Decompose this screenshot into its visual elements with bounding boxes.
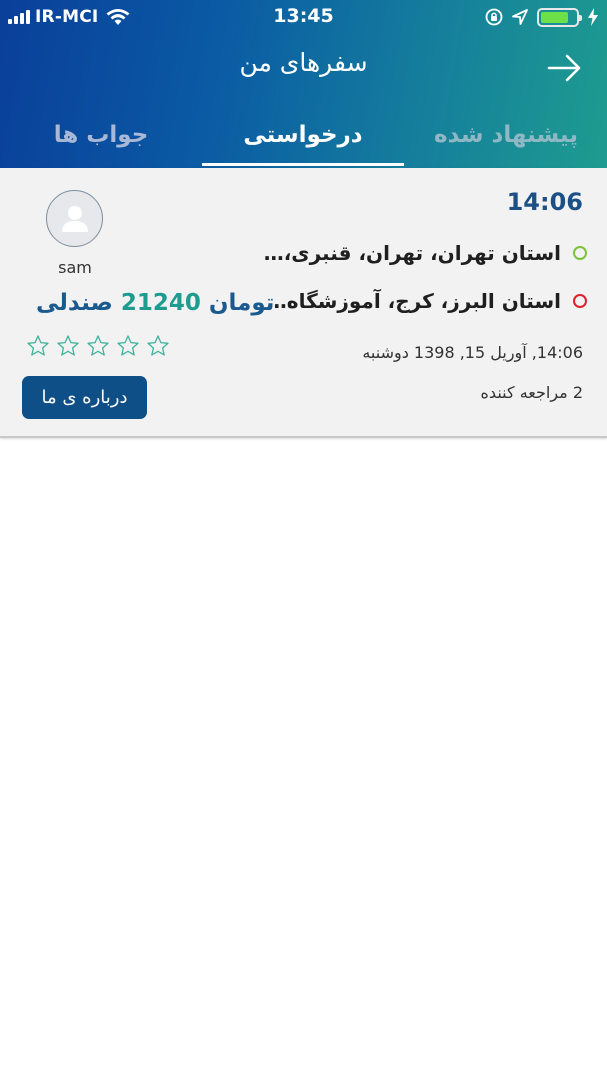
app-header: IR-MCI 13:45 سفرهای من پیشنهاد شده درخوا… xyxy=(0,0,607,168)
orientation-lock-icon xyxy=(485,8,503,26)
status-bar: IR-MCI 13:45 xyxy=(0,0,607,34)
trip-date: 14:06, آوریل 15, 1398 دوشنبه xyxy=(362,343,583,362)
price-info: تومان 21240 صندلی xyxy=(36,290,274,316)
active-tab-indicator xyxy=(202,163,404,166)
arrow-right-icon[interactable] xyxy=(545,52,585,84)
origin-dot-icon xyxy=(573,246,587,260)
username: sam xyxy=(58,258,92,277)
star-icon[interactable] xyxy=(86,334,110,358)
avatar[interactable] xyxy=(46,190,103,247)
star-icon[interactable] xyxy=(116,334,140,358)
star-icon[interactable] xyxy=(146,334,170,358)
destination-dot-icon xyxy=(573,294,587,308)
route-destination: استان البرز، کرج، آموزشگاه مو... xyxy=(261,286,587,316)
charging-bolt-icon xyxy=(588,8,598,26)
battery-icon xyxy=(537,7,582,27)
referral-count: 2 مراجعه کننده xyxy=(480,383,583,402)
location-arrow-icon xyxy=(512,9,528,25)
status-right xyxy=(485,6,599,28)
origin-address: استان تهران، تهران، قنبری، ایران xyxy=(261,241,561,265)
star-icon[interactable] xyxy=(26,334,50,358)
page-title: سفرهای من xyxy=(239,48,368,77)
route-origin: استان تهران، تهران، قنبری، ایران xyxy=(261,238,587,268)
rating-stars[interactable] xyxy=(26,334,170,358)
tab-offered[interactable]: پیشنهاد شده xyxy=(405,122,607,166)
price-amount: 21240 xyxy=(120,290,201,316)
trip-card[interactable]: 14:06 استان تهران، تهران، قنبری، ایران ا… xyxy=(0,168,607,438)
price-currency: تومان xyxy=(208,290,275,316)
about-us-button[interactable]: درباره ی ما xyxy=(22,376,147,419)
trip-time: 14:06 xyxy=(506,188,583,216)
tab-requested[interactable]: درخواستی xyxy=(202,122,404,166)
seat-label: صندلی xyxy=(36,290,113,316)
star-icon[interactable] xyxy=(56,334,80,358)
destination-address: استان البرز، کرج، آموزشگاه مو... xyxy=(261,289,561,313)
tab-answers[interactable]: جواب ها xyxy=(0,122,202,166)
user-icon xyxy=(62,206,88,232)
